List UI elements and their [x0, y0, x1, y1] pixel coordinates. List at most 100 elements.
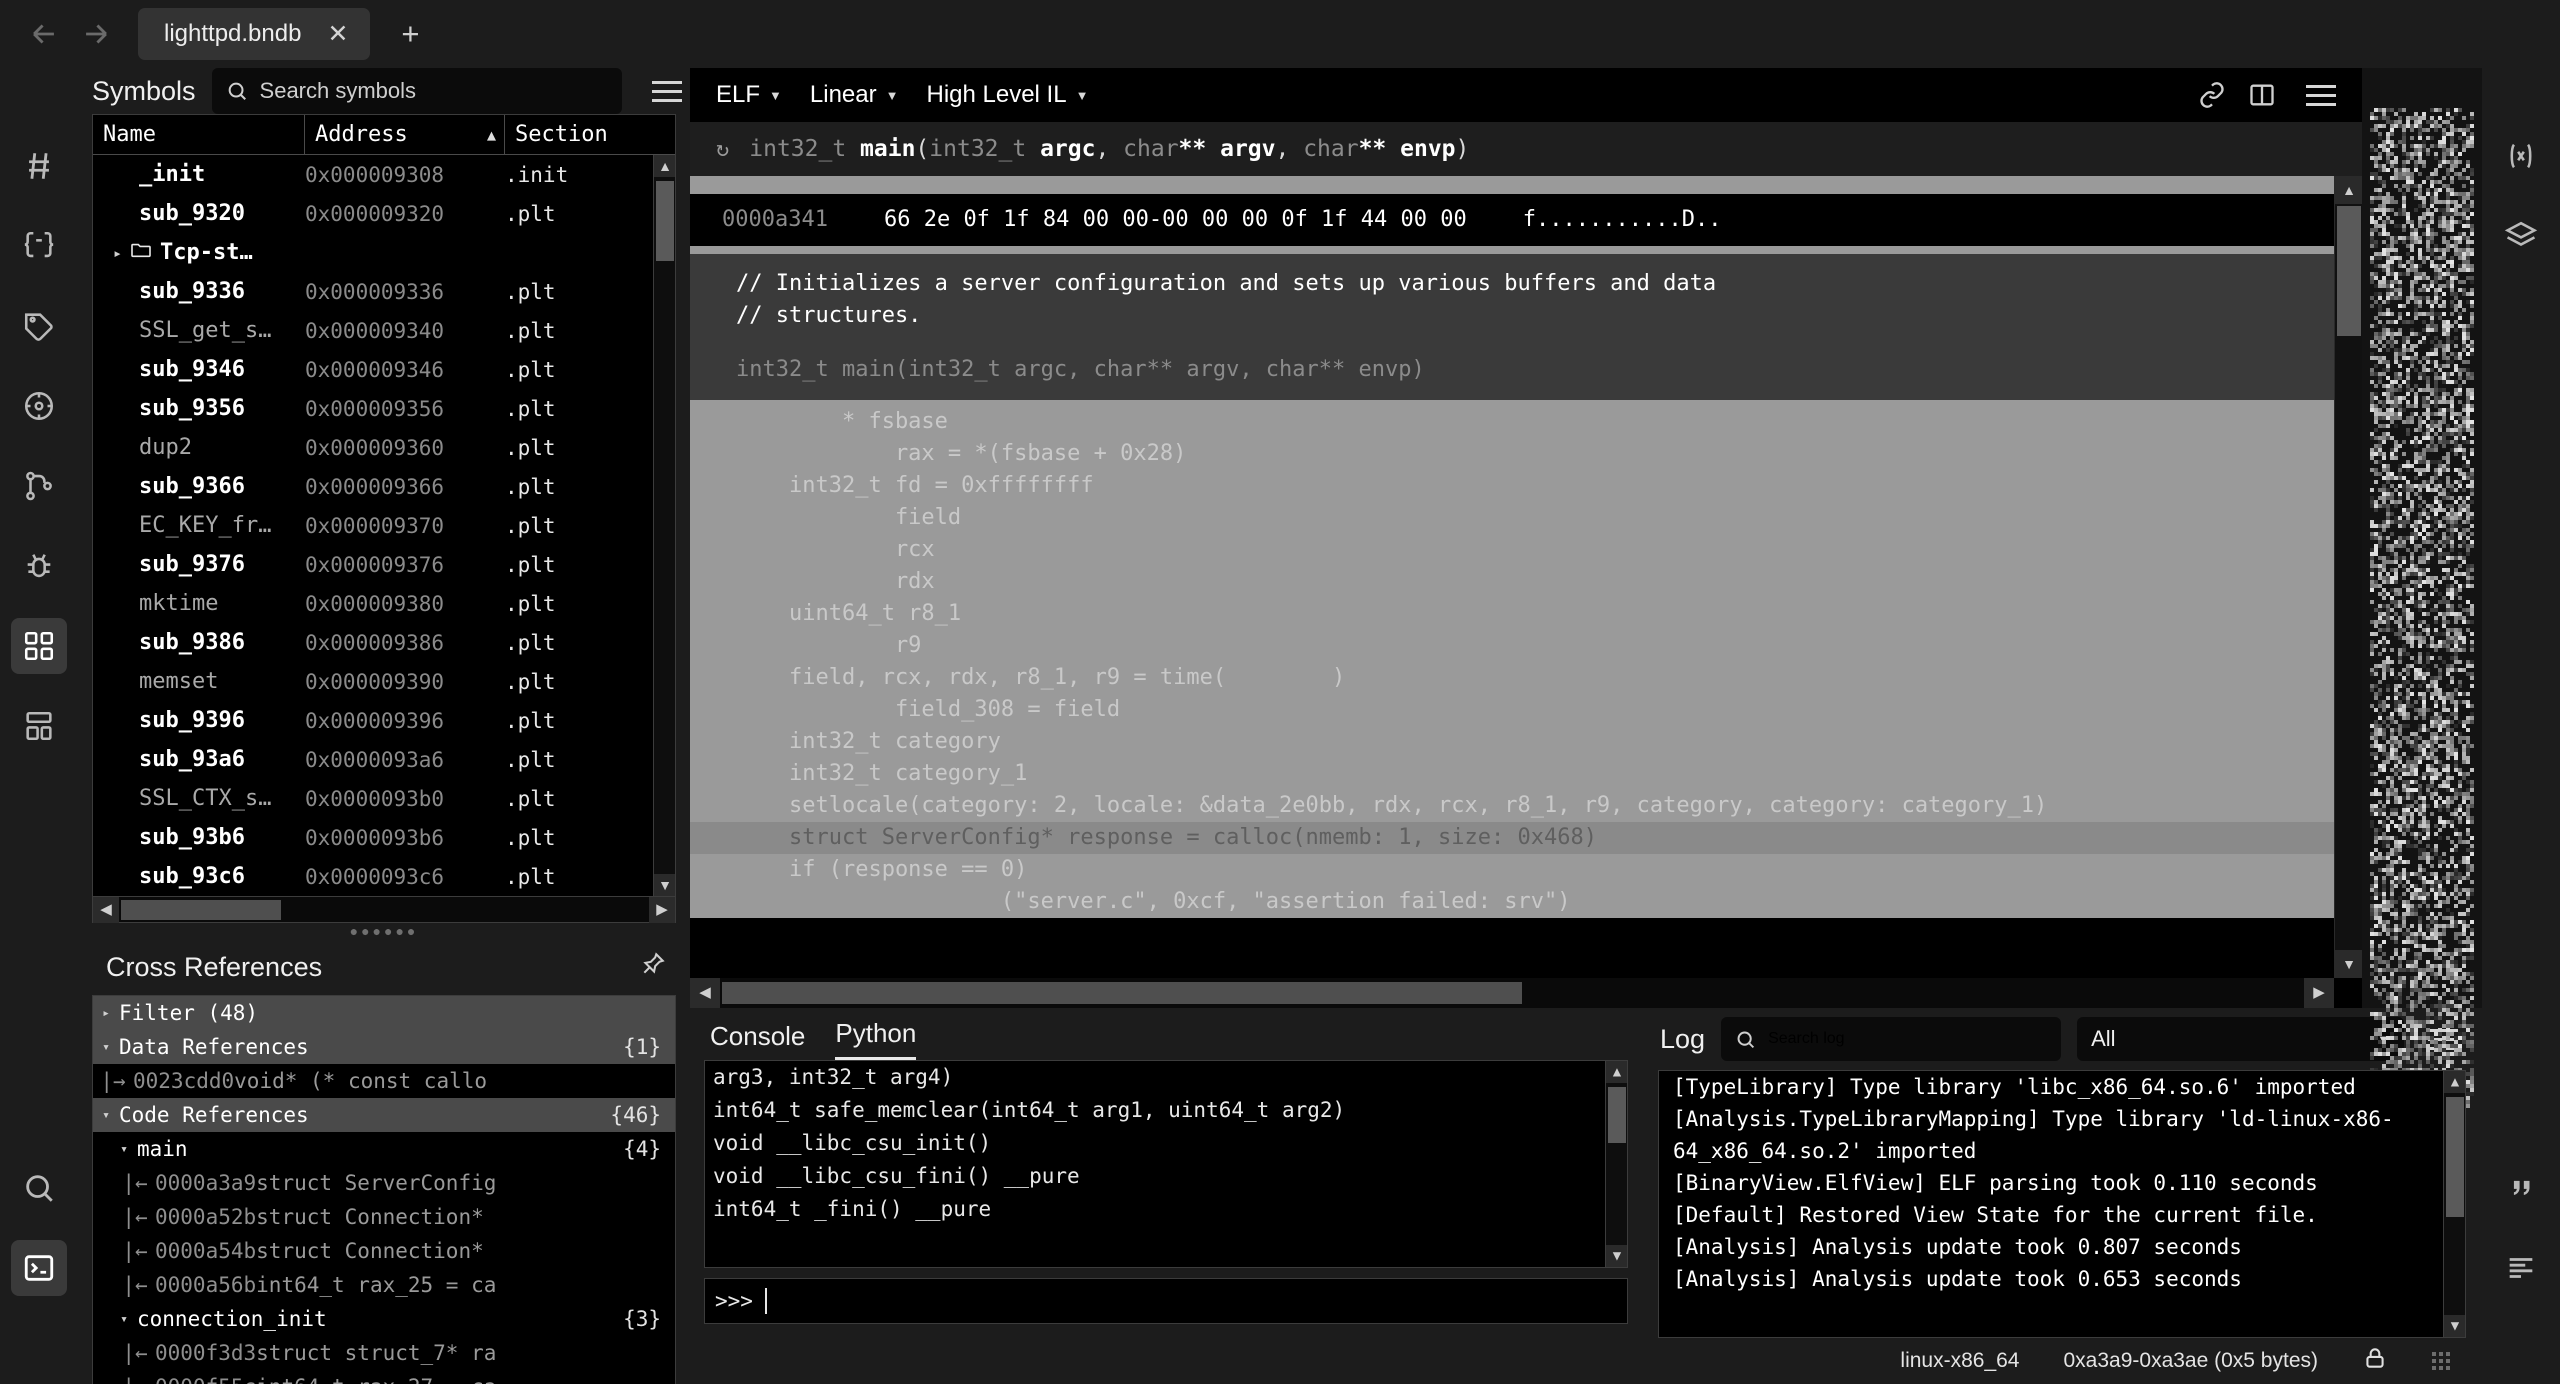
scroll-up-icon[interactable]: ▲ — [654, 155, 675, 177]
column-header-section[interactable]: Section — [505, 115, 625, 154]
code-line[interactable]: field — [690, 502, 2334, 534]
chevron-right-icon[interactable]: ▸ — [113, 244, 122, 262]
code-line[interactable]: int32_t category_1 — [690, 758, 2334, 790]
scroll-down-icon[interactable]: ▼ — [2444, 1315, 2465, 1337]
code-line[interactable]: field, rcx, rdx, r8_1, r9 = time( ) — [690, 662, 2334, 694]
table-row[interactable]: sub_9376 0x000009376 .plt — [93, 545, 675, 584]
chevron-down-icon[interactable]: ▾ — [93, 1040, 119, 1055]
code-line[interactable] — [690, 332, 2334, 354]
scroll-thumb[interactable] — [656, 181, 674, 261]
tags-icon[interactable] — [11, 298, 67, 354]
xrefs-group-data-references[interactable]: ▾ Data References {1} — [93, 1030, 675, 1064]
code-line[interactable]: rax = *(fsbase + 0x28) — [690, 438, 2334, 470]
table-row[interactable]: EC_KEY_fr… 0x000009370 .plt — [93, 506, 675, 545]
xrefs-item[interactable]: |→ 0023cdd0 void* (* const callo — [93, 1064, 675, 1098]
xrefs-item[interactable]: |← 0000a52b struct Connection* — [93, 1200, 675, 1234]
view-type-dropdown[interactable]: ELF ▼ — [706, 77, 792, 113]
column-header-name[interactable]: Name — [93, 115, 305, 154]
scroll-thumb[interactable] — [2337, 206, 2361, 336]
symbols-hash-icon[interactable] — [11, 138, 67, 194]
table-row[interactable]: SSL_get_s… 0x000009340 .plt — [93, 311, 675, 350]
symbols-menu-icon[interactable] — [644, 80, 690, 102]
console-vertical-scrollbar[interactable]: ▲ ▼ — [1605, 1061, 1627, 1267]
code-menu-icon[interactable] — [2298, 84, 2344, 106]
table-row[interactable]: dup2 0x000009360 .plt — [93, 428, 675, 467]
xrefs-function-main[interactable]: ▾ main {4} — [93, 1132, 675, 1166]
scroll-up-icon[interactable]: ▲ — [2444, 1071, 2465, 1093]
forward-button[interactable] — [70, 8, 122, 60]
new-tab-button[interactable]: + — [390, 16, 430, 52]
code-line[interactable]: rcx — [690, 534, 2334, 566]
scroll-thumb[interactable] — [1608, 1087, 1626, 1143]
symbols-horizontal-scrollbar[interactable]: ◀ ▶ — [93, 896, 675, 923]
tab-python[interactable]: Python — [835, 1018, 917, 1060]
table-row[interactable]: sub_9320 0x000009320 .plt — [93, 194, 675, 233]
code-line[interactable]: ("server.c", 0xcf, "assertion failed: sr… — [690, 886, 2334, 918]
scroll-thumb[interactable] — [2446, 1097, 2464, 1217]
layout-dropdown[interactable]: Linear ▼ — [800, 77, 909, 113]
table-row[interactable]: memset 0x000009390 .plt — [93, 662, 675, 701]
comments-quote-icon[interactable] — [2493, 1160, 2549, 1216]
table-row[interactable]: sub_9356 0x000009356 .plt — [93, 389, 675, 428]
il-level-dropdown[interactable]: High Level IL ▼ — [916, 77, 1098, 113]
scroll-right-icon[interactable]: ▶ — [649, 896, 675, 923]
xrefs-item[interactable]: |← 0000a56b int64_t rax_25 = ca — [93, 1268, 675, 1302]
scroll-left-icon[interactable]: ◀ — [690, 978, 720, 1008]
table-row[interactable]: sub_9386 0x000009386 .plt — [93, 623, 675, 662]
table-row[interactable]: sub_93c6 0x0000093c6 .plt — [93, 857, 675, 896]
resize-grip-icon[interactable] — [2432, 1352, 2456, 1370]
chevron-right-icon[interactable]: ▸ — [93, 1006, 119, 1021]
code-line[interactable]: int32_t main(int32_t argc, char** argv, … — [690, 354, 2334, 386]
components-icon[interactable] — [11, 618, 67, 674]
code-line[interactable]: setlocale(category: 2, locale: &data_2e0… — [690, 790, 2334, 822]
chevron-down-icon[interactable]: ▾ — [111, 1142, 137, 1157]
panel-splitter[interactable]: ●●●●●● — [78, 923, 690, 939]
log-vertical-scrollbar[interactable]: ▲ ▼ — [2443, 1071, 2465, 1337]
lock-icon[interactable] — [2362, 1345, 2388, 1377]
scroll-down-icon[interactable]: ▼ — [1606, 1245, 1627, 1267]
code-line[interactable]: struct ServerConfig* response = calloc(n… — [690, 822, 2334, 854]
code-line[interactable]: if (response == 0) — [690, 854, 2334, 886]
scroll-up-icon[interactable]: ▲ — [2335, 176, 2362, 204]
code-line[interactable]: field_308 = field — [690, 694, 2334, 726]
chevron-down-icon[interactable]: ▾ — [93, 1108, 119, 1123]
xrefs-item[interactable]: |← 0000a3a9 struct ServerConfig — [93, 1166, 675, 1200]
scroll-left-icon[interactable]: ◀ — [93, 896, 119, 923]
symbols-vertical-scrollbar[interactable]: ▲ ▼ — [653, 155, 675, 896]
symbols-search-box[interactable]: Search symbols — [211, 68, 622, 114]
scroll-up-icon[interactable]: ▲ — [1606, 1061, 1627, 1083]
xrefs-function-connection_init[interactable]: ▾ connection_init {3} — [93, 1302, 675, 1336]
stack-view-icon[interactable] — [11, 698, 67, 754]
pin-icon[interactable] — [640, 951, 666, 983]
code-line[interactable]: rdx — [690, 566, 2334, 598]
close-icon[interactable]: ✕ — [327, 19, 348, 49]
variables-icon[interactable] — [2493, 128, 2549, 184]
code-lines[interactable]: 0000a341 66 2e 0f 1f 84 00 00-00 00 00 0f… — [690, 176, 2334, 978]
column-header-address[interactable]: Address ▲ — [305, 115, 505, 154]
table-row[interactable]: sub_9346 0x000009346 .plt — [93, 350, 675, 389]
xrefs-item[interactable]: |←0000f55c int64_t rax_27 = ca — [93, 1370, 675, 1384]
code-vertical-scrollbar[interactable]: ▲ ▼ — [2334, 176, 2362, 978]
scroll-down-icon[interactable]: ▼ — [654, 874, 675, 896]
table-row[interactable]: sub_93a6 0x0000093a6 .plt — [93, 740, 675, 779]
log-filter-dropdown[interactable]: All ▼ — [2077, 1017, 2404, 1061]
refresh-icon[interactable]: ↻ — [716, 137, 729, 162]
split-pane-icon[interactable] — [2248, 81, 2276, 109]
debugger-bug-icon[interactable] — [11, 538, 67, 594]
symbols-search-input[interactable]: Search symbols — [260, 78, 417, 104]
back-button[interactable] — [18, 8, 70, 60]
types-braces-icon[interactable] — [11, 218, 67, 274]
terminal-icon[interactable] — [11, 1240, 67, 1296]
code-line[interactable]: int32_t category — [690, 726, 2334, 758]
code-line[interactable]: r9 — [690, 630, 2334, 662]
code-horizontal-scrollbar[interactable]: ◀ ▶ — [690, 978, 2334, 1008]
xrefs-item[interactable]: |← 0000a54b struct Connection* — [93, 1234, 675, 1268]
search-icon[interactable] — [11, 1160, 67, 1216]
log-search-input[interactable]: Search log — [1768, 1030, 1845, 1048]
code-area[interactable]: ↻ int32_t main(int32_t argc, char** argv… — [690, 122, 2362, 1008]
link-icon[interactable] — [2198, 81, 2226, 109]
layers-icon[interactable] — [2493, 208, 2549, 264]
xrefs-group-code-references[interactable]: ▾ Code References {46} — [93, 1098, 675, 1132]
console-input-row[interactable]: >>> — [704, 1278, 1628, 1324]
locations-pin-icon[interactable] — [11, 378, 67, 434]
